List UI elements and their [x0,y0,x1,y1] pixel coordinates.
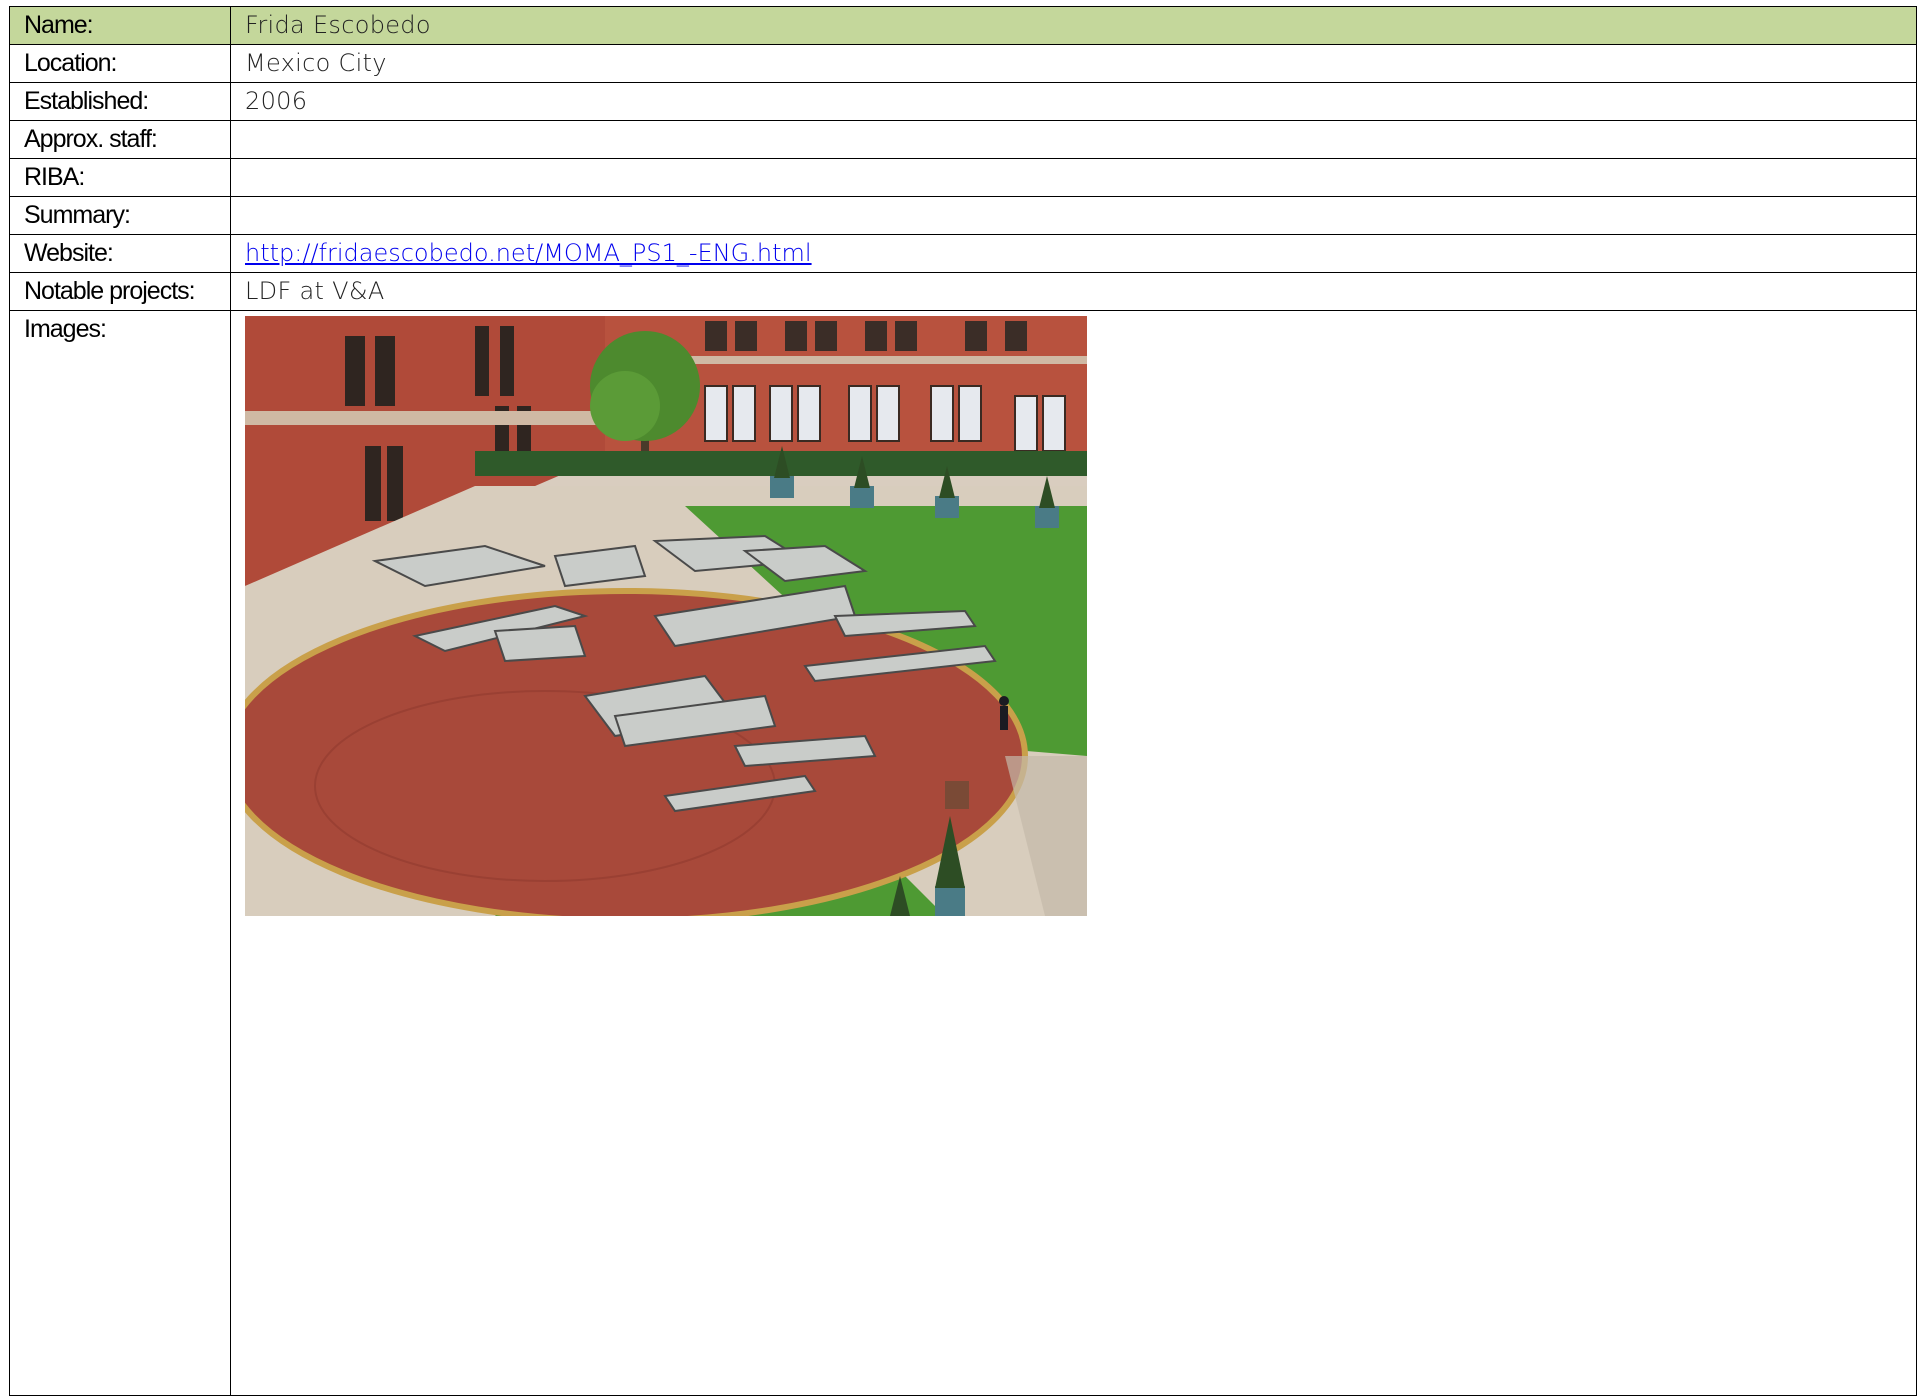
summary-row: Summary: [9,196,1917,235]
location-value: Mexico City [230,44,1917,83]
staff-label: Approx. staff: [9,120,231,159]
projects-row: Notable projects: LDF at V&A [9,272,1917,311]
name-label: Name: [9,6,231,45]
website-row: Website: http://fridaescobedo.net/MOMA_P… [9,234,1917,273]
location-label: Location: [9,44,231,83]
summary-value[interactable] [230,196,1917,235]
established-row: Established: 2006 [9,82,1917,121]
established-label: Established: [9,82,231,121]
images-row: Images: [9,310,1917,1396]
projects-label: Notable projects: [9,272,231,311]
website-cell: http://fridaescobedo.net/MOMA_PS1_-ENG.h… [230,234,1917,273]
established-value: 2006 [230,82,1917,121]
staff-value[interactable] [230,120,1917,159]
website-link[interactable]: http://fridaescobedo.net/MOMA_PS1_-ENG.h… [245,239,812,267]
name-row: Name: Frida Escobedo [9,6,1917,45]
images-label: Images: [9,310,231,1396]
projects-value: LDF at V&A [230,272,1917,311]
riba-label: RIBA: [9,158,231,197]
name-value: Frida Escobedo [230,6,1917,45]
practice-profile-table: Name: Frida Escobedo Location: Mexico Ci… [9,6,1917,1396]
staff-row: Approx. staff: [9,120,1917,159]
summary-label: Summary: [9,196,231,235]
courtyard-photo [245,316,1087,916]
website-label: Website: [9,234,231,273]
location-row: Location: Mexico City [9,44,1917,83]
riba-row: RIBA: [9,158,1917,197]
images-cell [230,310,1917,1396]
riba-value[interactable] [230,158,1917,197]
